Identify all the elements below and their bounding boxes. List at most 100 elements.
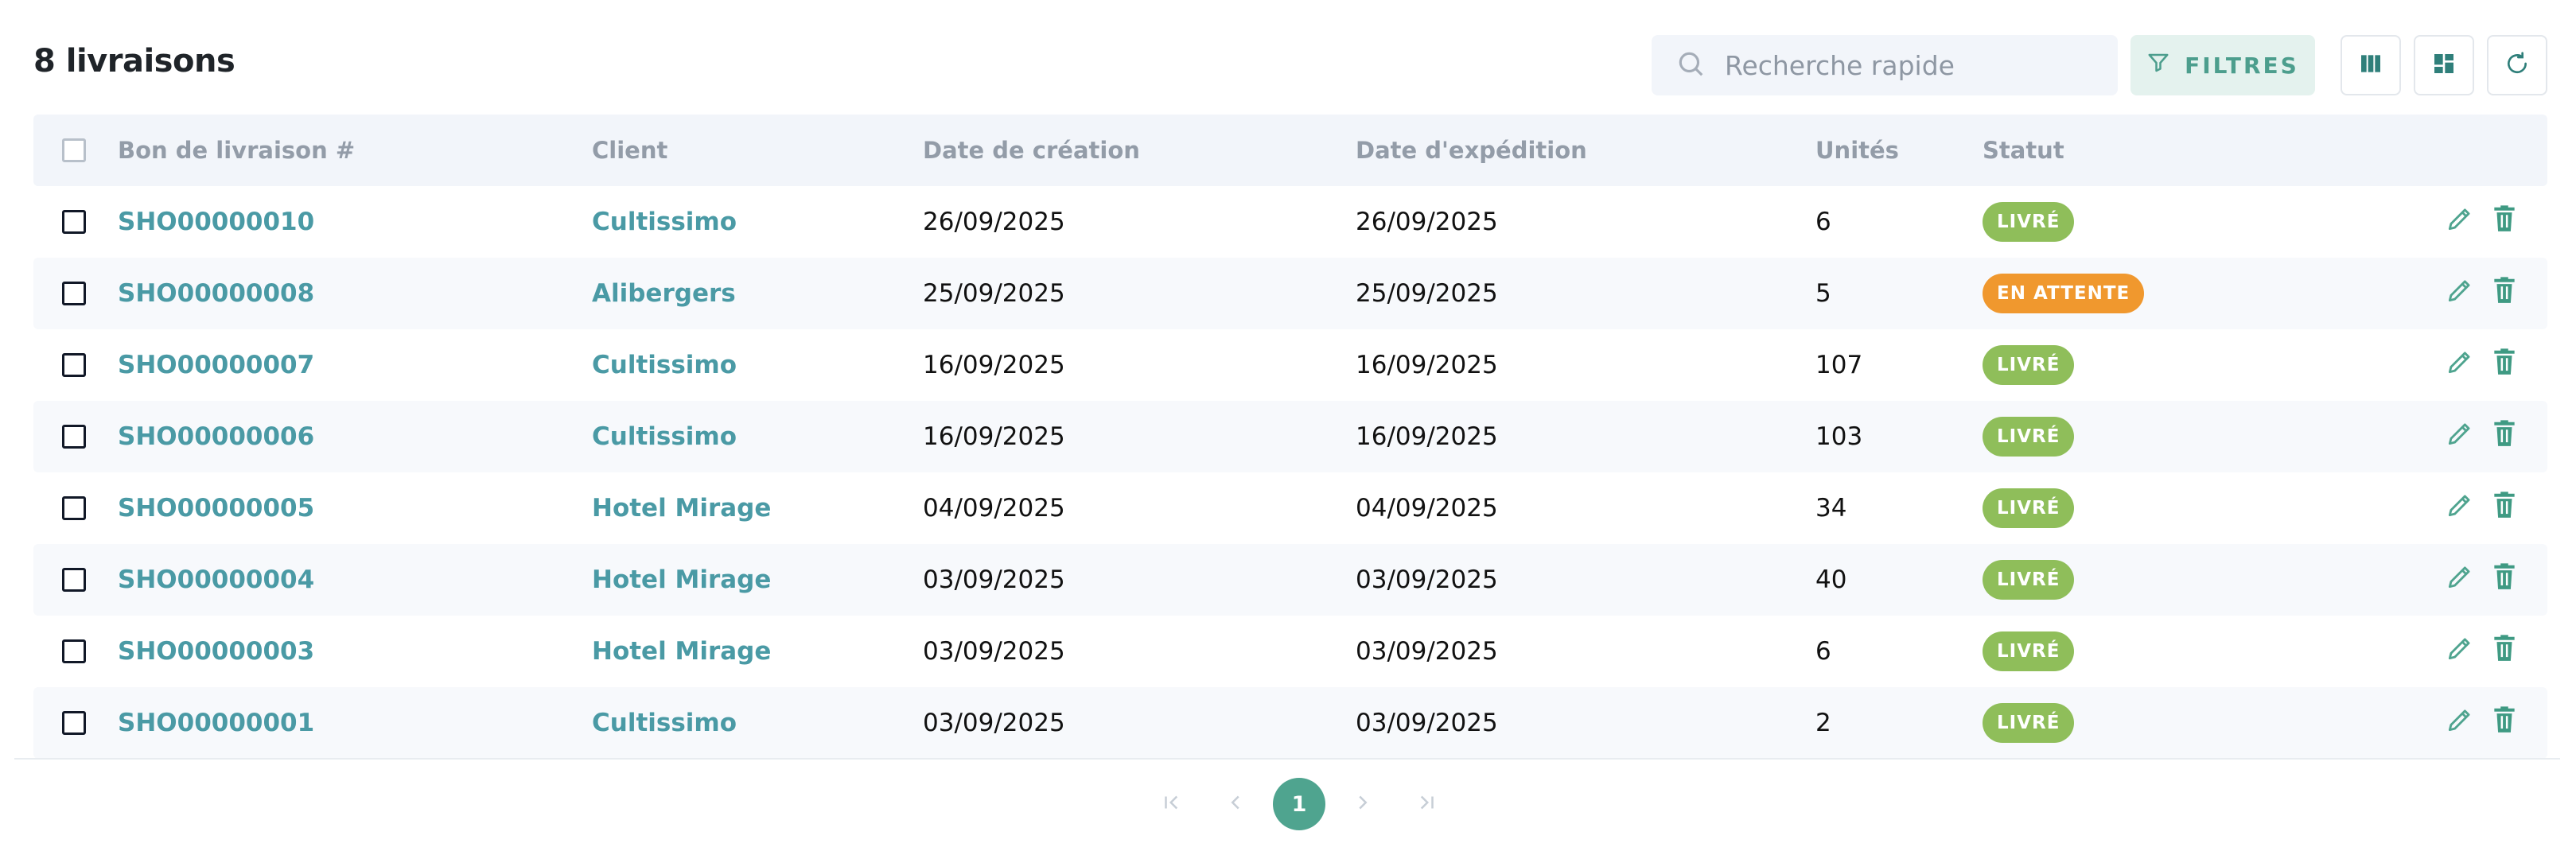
- search-box[interactable]: [1652, 35, 2118, 95]
- search-input[interactable]: [1725, 49, 2107, 81]
- delivery-number-link[interactable]: SHO00000003: [118, 616, 314, 687]
- pencil-icon: [2445, 275, 2475, 312]
- delivery-number-link[interactable]: SHO00000010: [118, 186, 314, 258]
- prev-page-icon: [1224, 791, 1247, 818]
- header-number[interactable]: Bon de livraison #: [118, 115, 355, 186]
- units-value: 6: [1815, 637, 1831, 666]
- delete-button[interactable]: [2488, 420, 2520, 453]
- pencil-icon: [2445, 705, 2475, 741]
- select-all-checkbox-cell: [62, 115, 86, 186]
- table-body: SHO00000010 Cultissimo 26/09/2025 26/09/202…: [33, 186, 2547, 759]
- row-checkbox[interactable]: [62, 496, 86, 520]
- delivery-number-link[interactable]: SHO00000005: [118, 472, 314, 544]
- refresh-icon: [2504, 51, 2530, 80]
- refresh-button[interactable]: [2487, 35, 2547, 95]
- client-link[interactable]: Hotel Mirage: [592, 616, 771, 687]
- row-checkbox[interactable]: [62, 210, 86, 234]
- client-link[interactable]: Alibergers: [592, 258, 736, 329]
- delivery-number-link[interactable]: SHO00000008: [118, 258, 314, 329]
- first-page-button[interactable]: [1146, 778, 1198, 830]
- edit-button[interactable]: [2444, 421, 2476, 453]
- row-checkbox[interactable]: [62, 353, 86, 377]
- trash-icon: [2489, 347, 2520, 383]
- edit-button[interactable]: [2444, 635, 2476, 667]
- client-link[interactable]: Cultissimo: [592, 329, 737, 401]
- client-link[interactable]: Hotel Mirage: [592, 544, 771, 616]
- row-checkbox[interactable]: [62, 282, 86, 305]
- delete-button[interactable]: [2488, 705, 2520, 741]
- units-value: 6: [1815, 208, 1831, 236]
- row-checkbox[interactable]: [62, 639, 86, 663]
- next-page-button[interactable]: [1337, 778, 1389, 830]
- last-page-button[interactable]: [1400, 778, 1453, 830]
- row-checkbox-cell: [62, 472, 86, 544]
- delete-button[interactable]: [2488, 347, 2520, 383]
- status-badge: EN ATTENTE: [1983, 274, 2145, 313]
- next-page-icon: [1351, 791, 1375, 818]
- row-checkbox-cell: [62, 401, 86, 472]
- select-all-checkbox[interactable]: [62, 138, 86, 162]
- row-checkbox[interactable]: [62, 425, 86, 449]
- header-status[interactable]: Statut: [1983, 115, 2064, 186]
- units-value: 103: [1815, 422, 1863, 451]
- shipped-date: 03/09/2025: [1356, 709, 1498, 737]
- status-badge: LIVRÉ: [1983, 703, 2075, 743]
- shipped-date: 04/09/2025: [1356, 494, 1498, 523]
- header-shipped[interactable]: Date d'expédition: [1356, 115, 1587, 186]
- layout-icon: [2431, 51, 2457, 80]
- status-badge: LIVRÉ: [1983, 202, 2075, 242]
- edit-button[interactable]: [2444, 206, 2476, 238]
- search-icon: [1675, 49, 1706, 82]
- page-1-button[interactable]: 1: [1273, 778, 1325, 830]
- client-link[interactable]: Cultissimo: [592, 687, 737, 759]
- row-checkbox[interactable]: [62, 711, 86, 735]
- header-client[interactable]: Client: [592, 115, 667, 186]
- row-actions: [2444, 687, 2533, 759]
- table-row: SHO00000001 Cultissimo 03/09/2025 03/09/202…: [33, 687, 2547, 759]
- shipped-date: 26/09/2025: [1356, 208, 1498, 236]
- row-checkbox-cell: [62, 186, 86, 258]
- client-link[interactable]: Cultissimo: [592, 186, 737, 258]
- status-cell: LIVRÉ: [1983, 544, 2075, 616]
- table-row: SHO00000008 Alibergers 25/09/2025 25/09/202…: [33, 258, 2547, 329]
- edit-button[interactable]: [2444, 707, 2476, 739]
- client-link[interactable]: Hotel Mirage: [592, 472, 771, 544]
- client-link[interactable]: Cultissimo: [592, 401, 737, 472]
- prev-page-button[interactable]: [1209, 778, 1262, 830]
- pencil-icon: [2445, 562, 2475, 598]
- filters-button[interactable]: FILTRES: [2130, 35, 2315, 95]
- edit-button[interactable]: [2444, 349, 2476, 381]
- last-page-icon: [1414, 791, 1438, 818]
- delete-button[interactable]: [2488, 563, 2520, 596]
- status-cell: LIVRÉ: [1983, 616, 2075, 687]
- trash-icon: [2489, 705, 2520, 741]
- trash-icon: [2489, 633, 2520, 670]
- columns-button[interactable]: [2341, 35, 2401, 95]
- delete-button[interactable]: [2488, 635, 2520, 667]
- header-created[interactable]: Date de création: [923, 115, 1140, 186]
- delete-button[interactable]: [2488, 492, 2520, 524]
- row-actions: [2444, 544, 2533, 616]
- toolbar: FILTRES: [1652, 35, 2547, 95]
- pencil-icon: [2445, 633, 2475, 670]
- table-header: Bon de livraison # Client Date de créati…: [33, 115, 2547, 186]
- edit-button[interactable]: [2444, 564, 2476, 596]
- edit-button[interactable]: [2444, 278, 2476, 309]
- created-date: 26/09/2025: [923, 208, 1065, 236]
- shipped-date: 03/09/2025: [1356, 565, 1498, 594]
- layout-button[interactable]: [2414, 35, 2474, 95]
- table-row: SHO00000004 Hotel Mirage 03/09/2025 03/09/2…: [33, 544, 2547, 616]
- row-checkbox[interactable]: [62, 568, 86, 592]
- header-units[interactable]: Unités: [1815, 115, 1899, 186]
- units-value: 107: [1815, 351, 1863, 379]
- status-badge: LIVRÉ: [1983, 560, 2075, 600]
- first-page-icon: [1160, 791, 1184, 818]
- delete-button[interactable]: [2488, 277, 2520, 309]
- edit-button[interactable]: [2444, 492, 2476, 524]
- delete-button[interactable]: [2488, 205, 2520, 238]
- created-date: 16/09/2025: [923, 422, 1065, 451]
- delivery-number-link[interactable]: SHO00000004: [118, 544, 314, 616]
- delivery-number-link[interactable]: SHO00000006: [118, 401, 314, 472]
- delivery-number-link[interactable]: SHO00000001: [118, 687, 314, 759]
- delivery-number-link[interactable]: SHO00000007: [118, 329, 314, 401]
